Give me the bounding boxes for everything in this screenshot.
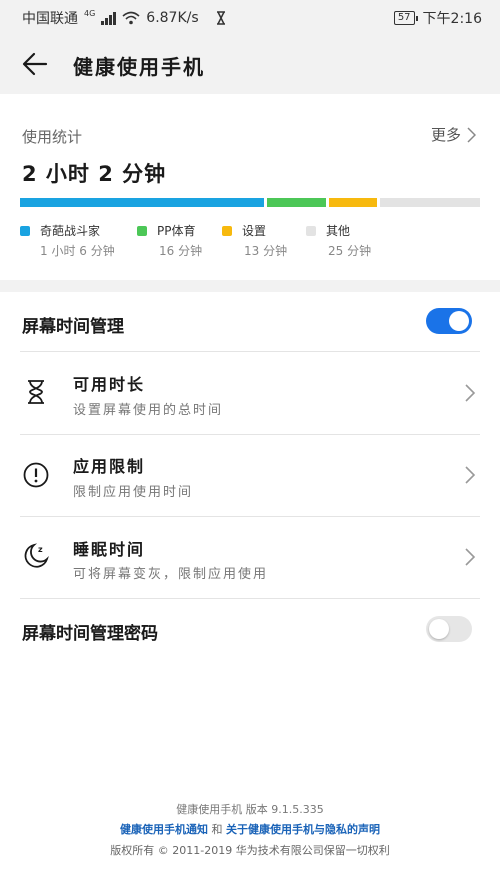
legend-item: PP体育 16 分钟 bbox=[137, 222, 202, 258]
status-bar: 中国联通 4G 6.87K/s 57 下午2:16 bbox=[0, 0, 500, 34]
item-title: 应用限制 bbox=[73, 457, 146, 476]
alert-circle-icon bbox=[23, 462, 49, 488]
usage-stats-card: 使用统计 更多 2 小时 2 分钟 奇葩战斗家 1 小时 6 分钟 PP体育 1… bbox=[0, 94, 500, 280]
divider bbox=[20, 351, 480, 352]
item-title: 睡眠时间 bbox=[73, 540, 146, 559]
total-usage-time: 2 小时 2 分钟 bbox=[22, 162, 167, 186]
chevron-right-icon bbox=[465, 384, 476, 402]
footer-links: 健康使用手机通知 和 关于健康使用手机与隐私的声明 bbox=[0, 821, 500, 837]
version-text: 健康使用手机 版本 9.1.5.335 bbox=[176, 803, 324, 816]
usage-bar bbox=[20, 198, 480, 207]
page-title: 健康使用手机 bbox=[73, 55, 205, 79]
legend-color-dot bbox=[306, 226, 316, 236]
item-title: 可用时长 bbox=[73, 375, 146, 394]
legend-app-name: 其他 bbox=[326, 224, 351, 238]
hourglass-status-icon bbox=[216, 11, 225, 25]
back-arrow-icon[interactable] bbox=[22, 51, 48, 77]
legend-app-time: 25 分钟 bbox=[328, 244, 372, 258]
legend-app-name: 设置 bbox=[242, 224, 267, 238]
chevron-right-icon bbox=[467, 126, 476, 143]
item-subtitle: 限制应用使用时间 bbox=[73, 485, 194, 500]
network-speed: 6.87K/s bbox=[146, 10, 199, 26]
usage-bar-segment bbox=[20, 198, 264, 207]
screen-time-label: 屏幕时间管理 bbox=[22, 317, 124, 337]
section-divider bbox=[0, 280, 500, 292]
screen-time-toggle[interactable] bbox=[426, 308, 472, 334]
legend-app-time: 13 分钟 bbox=[244, 244, 288, 258]
legend-color-dot bbox=[137, 226, 147, 236]
item-subtitle: 可将屏幕变灰，限制应用使用 bbox=[73, 567, 269, 582]
privacy-link[interactable]: 关于健康使用手机与隐私的声明 bbox=[226, 823, 380, 836]
network-type: 4G bbox=[84, 8, 96, 18]
usage-stats-label: 使用统计 bbox=[22, 128, 83, 146]
usage-bar-segment bbox=[267, 198, 326, 207]
divider bbox=[20, 434, 480, 435]
legend-app-time: 16 分钟 bbox=[159, 244, 203, 258]
legend-color-dot bbox=[222, 226, 232, 236]
svg-text:z: z bbox=[38, 545, 43, 554]
password-label: 屏幕时间管理密码 bbox=[22, 624, 158, 644]
divider bbox=[20, 516, 480, 517]
legend-item: 其他 25 分钟 bbox=[306, 222, 371, 258]
more-label: 更多 bbox=[430, 126, 461, 144]
battery-icon: 57 bbox=[393, 11, 418, 25]
toggle-knob bbox=[449, 311, 469, 331]
signal-icon bbox=[101, 11, 117, 25]
carrier-label: 中国联通 bbox=[22, 11, 78, 27]
password-toggle[interactable] bbox=[426, 616, 472, 642]
wifi-icon bbox=[122, 11, 140, 25]
chevron-right-icon bbox=[465, 466, 476, 484]
moon-sleep-icon: z bbox=[24, 543, 49, 568]
legend-app-name: PP体育 bbox=[157, 224, 196, 238]
legend-app-time: 1 小时 6 分钟 bbox=[40, 244, 115, 258]
toggle-knob bbox=[429, 619, 449, 639]
status-right: 57 下午2:16 bbox=[393, 8, 482, 28]
usage-bar-segment bbox=[380, 198, 480, 207]
item-subtitle: 设置屏幕使用的总时间 bbox=[73, 403, 224, 418]
legend-app-name: 奇葩战斗家 bbox=[40, 224, 101, 238]
copyright-text: 版权所有 © 2011-2019 华为技术有限公司保留一切权利 bbox=[110, 844, 390, 857]
notice-link[interactable]: 健康使用手机通知 bbox=[120, 823, 208, 836]
and-text: 和 bbox=[211, 823, 223, 836]
legend-item: 奇葩战斗家 1 小时 6 分钟 bbox=[20, 222, 115, 258]
app-bar: 健康使用手机 bbox=[0, 34, 500, 94]
more-link[interactable]: 更多 bbox=[431, 124, 476, 145]
clock: 下午2:16 bbox=[422, 11, 482, 27]
legend-item: 设置 13 分钟 bbox=[222, 222, 287, 258]
legend-color-dot bbox=[20, 226, 30, 236]
usage-bar-segment bbox=[329, 198, 377, 207]
divider bbox=[20, 598, 480, 599]
hourglass-icon bbox=[28, 380, 44, 404]
chevron-right-icon bbox=[465, 548, 476, 566]
status-left: 中国联通 4G 6.87K/s bbox=[22, 8, 227, 28]
